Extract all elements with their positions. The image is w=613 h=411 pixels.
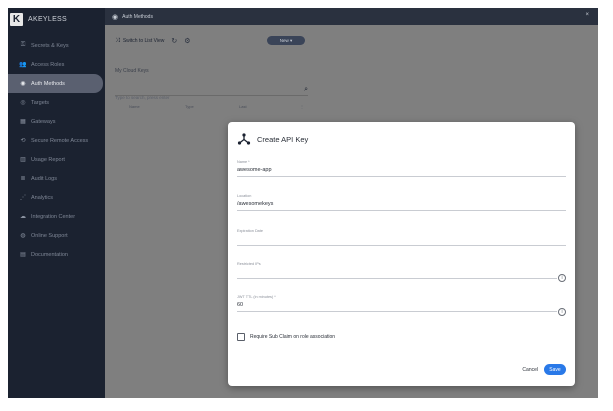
sidebar: K AKEYLESS ⚿ Secrets & Keys 👥 Access Rol…	[8, 8, 105, 398]
sidebar-item-gateways[interactable]: ▦ Gateways	[8, 112, 105, 131]
settings-icon[interactable]: ⚙	[184, 37, 190, 45]
sidebar-item-online-support[interactable]: ◍ Online Support	[8, 226, 105, 245]
sidebar-item-documentation[interactable]: ▤ Documentation	[8, 245, 105, 264]
sidebar-item-label: Documentation	[31, 251, 68, 258]
sidebar-item-label: Targets	[31, 99, 50, 106]
toolbar: ⤨ Switch to List View ↻ ⚙ New ▾	[115, 36, 305, 45]
expiration-date-field[interactable]: Expiration Date	[237, 229, 566, 246]
sidebar-item-label: Auth Methods	[31, 80, 65, 87]
sidebar-item-label: Gateways	[31, 118, 56, 125]
sidebar-nav: ⚿ Secrets & Keys 👥 Access Roles ◉ Auth M…	[8, 36, 105, 264]
api-key-icon	[237, 133, 251, 145]
require-sub-claim-row[interactable]: Require Sub Claim on role association	[237, 333, 335, 341]
target-icon: ◎	[20, 100, 26, 106]
dialog-actions: Cancel Save	[522, 364, 566, 375]
remote-access-icon: ⟲	[20, 138, 26, 144]
column-header-last[interactable]: Last	[239, 104, 247, 109]
sidebar-item-audit-logs[interactable]: ≣ Audit Logs	[8, 169, 105, 188]
sidebar-item-analytics[interactable]: ⋰ Analytics	[8, 188, 105, 207]
sidebar-item-usage-report[interactable]: ▥ Usage Report	[8, 150, 105, 169]
users-icon: 👥	[19, 62, 27, 68]
jwt-ttl-field[interactable]: JWT TTL (in minutes) * 60	[237, 295, 557, 312]
akeyless-logo: K	[10, 12, 23, 26]
location-input[interactable]: /awesomekeys	[237, 200, 566, 211]
audit-logs-icon: ≣	[20, 176, 26, 182]
sidebar-item-label: Usage Report	[31, 156, 65, 163]
integration-icon: ☁	[20, 214, 26, 220]
dialog-header: Create API Key	[237, 132, 308, 146]
expiration-date-input[interactable]	[237, 235, 566, 246]
gateway-icon: ▦	[20, 119, 26, 125]
sidebar-item-secure-remote-access[interactable]: ⟲ Secure Remote Access	[8, 131, 105, 150]
sidebar-item-label: Secrets & Keys	[31, 42, 69, 49]
sidebar-item-label: Integration Center	[31, 213, 76, 220]
close-icon[interactable]: ×	[585, 12, 589, 18]
restricted-ips-input[interactable]	[237, 268, 557, 279]
key-icon: ⚿	[20, 42, 26, 48]
location-field[interactable]: Location /awesomekeys	[237, 194, 566, 211]
search-placeholder: Type to search, press enter	[115, 95, 170, 100]
sidebar-item-label: Audit Logs	[31, 175, 57, 182]
analytics-icon: ⋰	[20, 195, 26, 201]
sidebar-item-access-roles[interactable]: 👥 Access Roles	[8, 55, 105, 74]
more-options-icon[interactable]: ⋮	[300, 104, 304, 109]
sidebar-item-label: Secure Remote Access	[31, 137, 89, 144]
column-header-type[interactable]: Type	[185, 104, 194, 109]
switch-to-list-view-button[interactable]: ⤨ Switch to List View	[115, 38, 164, 45]
sidebar-item-label: Online Support	[31, 232, 68, 239]
brand-name: AKEYLESS	[28, 15, 67, 23]
name-input[interactable]: awesome-app	[237, 166, 566, 177]
info-icon[interactable]: i	[558, 274, 566, 282]
support-icon: ◍	[20, 233, 26, 239]
switch-label: Switch to List View	[122, 38, 165, 44]
column-header-name[interactable]: Name	[129, 104, 140, 109]
app-window: K AKEYLESS ⚿ Secrets & Keys 👥 Access Rol…	[8, 8, 598, 398]
sidebar-item-targets[interactable]: ◎ Targets	[8, 93, 105, 112]
save-button[interactable]: Save	[544, 364, 566, 375]
sidebar-item-secrets-keys[interactable]: ⚿ Secrets & Keys	[8, 36, 105, 55]
new-button[interactable]: New ▾	[267, 36, 305, 45]
list-view-icon: ⤨	[115, 37, 120, 44]
search-input[interactable]: Type to search, press enter ⌕	[115, 86, 308, 100]
dialog-title: Create API Key	[257, 134, 309, 144]
documentation-icon: ▤	[20, 252, 26, 258]
main-panel: ◉ Auth Methods × ⤨ Switch to List View ↻…	[105, 8, 598, 398]
tab-auth-methods[interactable]: Auth Methods	[122, 14, 153, 20]
sidebar-item-auth-methods[interactable]: ◉ Auth Methods	[8, 74, 103, 93]
create-api-key-dialog: Create API Key Name * awesome-app Locati…	[228, 122, 575, 386]
search-icon[interactable]: ⌕	[304, 86, 308, 94]
info-icon[interactable]: i	[558, 308, 566, 316]
auth-methods-icon: ◉	[20, 81, 26, 87]
refresh-icon[interactable]: ↻	[171, 37, 177, 45]
restricted-ips-field[interactable]: Restricted IPs	[237, 262, 557, 279]
table-header: Name Type Last ⋮	[115, 104, 308, 112]
sidebar-item-label: Analytics	[31, 194, 54, 201]
name-field[interactable]: Name * awesome-app	[237, 160, 566, 177]
sidebar-item-integration-center[interactable]: ☁ Integration Center	[8, 207, 105, 226]
brand[interactable]: K AKEYLESS	[10, 10, 105, 28]
require-sub-claim-label: Require Sub Claim on role association	[250, 334, 336, 340]
breadcrumb[interactable]: My Cloud Keys	[115, 68, 149, 74]
cancel-button[interactable]: Cancel	[522, 367, 538, 373]
jwt-ttl-input[interactable]: 60	[237, 301, 557, 312]
sidebar-item-label: Access Roles	[31, 61, 65, 68]
usage-report-icon: ▥	[20, 157, 26, 163]
tab-bar: ◉ Auth Methods ×	[105, 8, 598, 25]
auth-methods-tab-icon: ◉	[112, 13, 119, 21]
require-sub-claim-checkbox[interactable]	[237, 333, 245, 341]
